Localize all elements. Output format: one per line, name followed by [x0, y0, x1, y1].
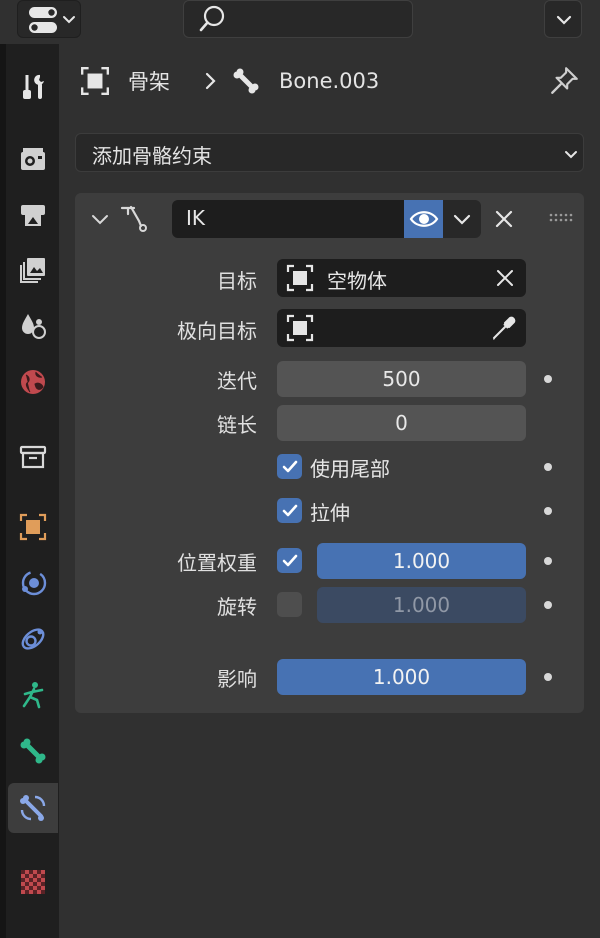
use-tail-checkbox[interactable] — [277, 454, 302, 479]
output-icon — [21, 205, 45, 226]
influence-keyframe-dot[interactable] — [544, 673, 552, 681]
constraint-extras-menu[interactable] — [443, 200, 481, 238]
tab-bone-constraints[interactable] — [8, 783, 58, 833]
search-field[interactable] — [183, 0, 413, 38]
armature-object-icon — [81, 67, 109, 95]
eye-icon — [409, 211, 438, 227]
breadcrumb-armature: 骨架 — [128, 70, 170, 94]
breadcrumb-bone: Bone.003 — [279, 69, 380, 93]
checkmark-icon — [282, 554, 297, 566]
rotation-weight-slider[interactable]: 1.000 — [317, 587, 526, 623]
chevron-down-icon — [453, 214, 471, 225]
stretch-keyframe-dot[interactable] — [544, 507, 552, 515]
use-tail-label: 使用尾部 — [310, 457, 390, 481]
chain-length-label: 链长 — [217, 413, 257, 437]
tab-render[interactable] — [8, 133, 58, 183]
tab-tool[interactable] — [8, 62, 58, 112]
tab-object[interactable] — [8, 502, 58, 552]
chevron-down-icon — [565, 151, 577, 159]
rotation-label: 旋转 — [217, 595, 257, 619]
add-bone-constraint-dropdown[interactable]: 添加骨骼约束 — [75, 133, 584, 172]
influence-label: 影响 — [217, 667, 257, 691]
ik-constraint-icon — [120, 205, 147, 232]
target-value: 空物体 — [327, 269, 387, 293]
bone-constraint-icon — [20, 795, 46, 821]
object-icon — [286, 264, 314, 292]
collapse-chevron-icon[interactable] — [87, 206, 113, 232]
tab-scene[interactable] — [8, 301, 58, 351]
target-field[interactable]: 空物体 — [277, 259, 526, 297]
weight-position-checkbox[interactable] — [277, 548, 302, 573]
influence-slider[interactable]: 1.000 — [277, 659, 526, 695]
world-icon — [21, 370, 45, 394]
tab-texture[interactable] — [8, 857, 58, 907]
iterations-label: 迭代 — [217, 369, 257, 393]
iterations-keyframe-dot[interactable] — [544, 375, 552, 383]
render-icon — [21, 148, 45, 170]
rotation-keyframe-dot[interactable] — [544, 601, 552, 609]
chevron-right-icon — [205, 72, 216, 90]
tab-bar-edge — [0, 44, 6, 938]
collection-icon — [19, 445, 47, 469]
eyedropper-icon[interactable] — [490, 314, 518, 342]
pin-icon[interactable] — [548, 65, 580, 97]
pole-target-field[interactable] — [277, 309, 526, 347]
tab-collection[interactable] — [8, 432, 58, 482]
properties-editor-icon — [29, 7, 75, 33]
options-dropdown-button[interactable] — [544, 0, 582, 38]
editor-type-button[interactable] — [17, 0, 81, 38]
chevron-down-icon — [556, 15, 572, 25]
tab-modifiers[interactable] — [8, 558, 58, 608]
stretch-label: 拉伸 — [310, 501, 350, 525]
object-icon — [19, 513, 47, 541]
tab-bone[interactable] — [8, 726, 58, 776]
target-label: 目标 — [217, 269, 257, 293]
rotation-checkbox[interactable] — [277, 592, 302, 617]
weight-position-label: 位置权重 — [177, 551, 257, 575]
constraint-name-input[interactable]: IK — [172, 200, 404, 238]
scene-icon — [22, 314, 46, 339]
weight-position-slider[interactable]: 1.000 — [317, 543, 526, 579]
breadcrumb: 骨架 Bone.003 — [79, 62, 379, 100]
pole-target-label: 极向目标 — [177, 319, 257, 343]
physics-icon — [21, 570, 47, 596]
object-data-armature-icon — [22, 682, 44, 709]
add-bone-constraint-label: 添加骨骼约束 — [92, 144, 212, 168]
bone-icon — [233, 68, 259, 94]
tool-icon — [23, 74, 44, 99]
view-layer-icon — [20, 258, 45, 283]
properties-header — [0, 0, 600, 44]
use-tail-keyframe-dot[interactable] — [544, 463, 552, 471]
iterations-field[interactable]: 500 — [277, 361, 526, 397]
search-icon — [199, 5, 225, 32]
bone-icon — [20, 738, 46, 764]
clear-icon[interactable] — [493, 266, 517, 290]
checkmark-icon — [282, 504, 297, 516]
tab-world[interactable] — [8, 357, 58, 407]
delete-constraint-icon[interactable] — [491, 206, 517, 232]
tab-output[interactable] — [8, 189, 58, 239]
constraint-visibility-toggle[interactable] — [404, 200, 443, 238]
object-icon — [286, 314, 314, 342]
checkmark-icon — [282, 460, 297, 472]
texture-icon — [21, 870, 45, 894]
constraint-name-text: IK — [186, 206, 206, 230]
stretch-checkbox[interactable] — [277, 498, 302, 523]
drag-handle-icon[interactable] — [548, 211, 574, 225]
weight-position-keyframe-dot[interactable] — [544, 557, 552, 565]
tab-object-data[interactable] — [8, 670, 58, 720]
modifiers-icon — [21, 628, 45, 650]
tab-view-layer[interactable] — [8, 245, 58, 295]
tab-physics[interactable] — [8, 614, 58, 664]
chain-length-field[interactable]: 0 — [277, 405, 526, 441]
